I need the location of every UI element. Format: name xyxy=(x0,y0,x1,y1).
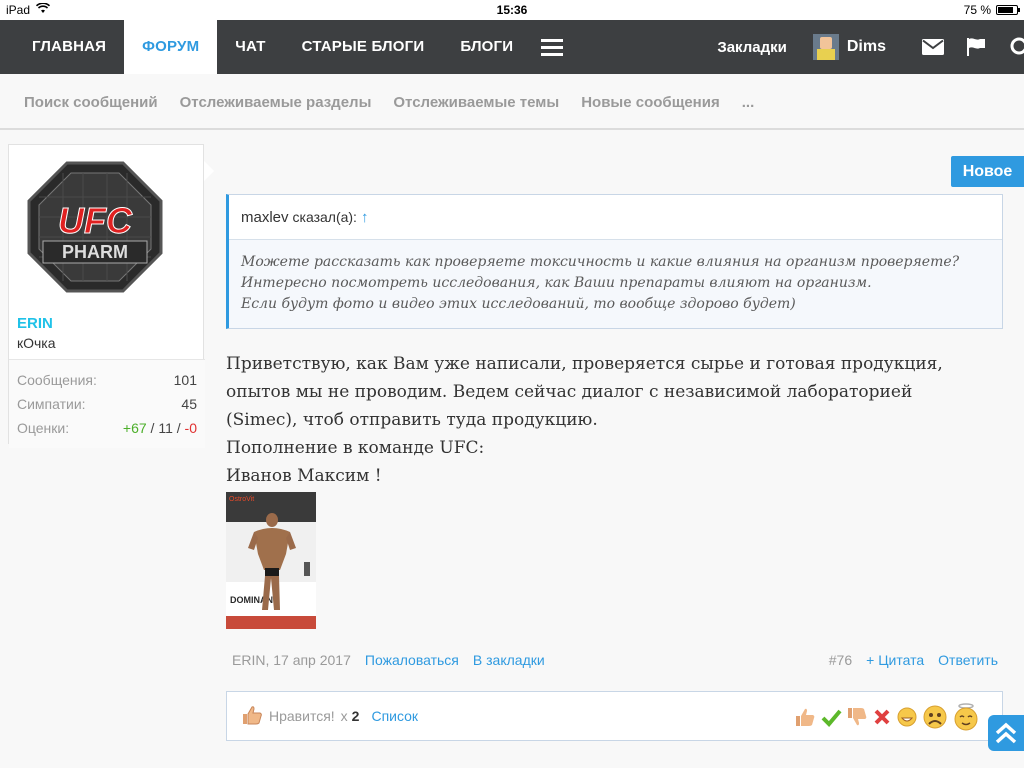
message-body: Приветствую, как Вам уже написали, прове… xyxy=(226,350,1006,490)
logo-text-pharm: PHARM xyxy=(62,242,128,262)
likes-count: 2 xyxy=(351,708,360,724)
menu-icon[interactable] xyxy=(541,39,564,74)
quote-line: Интересно посмотреть исследования, как В… xyxy=(241,275,872,291)
message-line: Пополнение в команде UFC: xyxy=(226,438,485,458)
quote-said-label: сказал(а): xyxy=(292,209,357,225)
sub-nav: Поиск сообщений Отслеживаемые разделы От… xyxy=(0,74,1024,130)
photo-sponsor-text: DOMINANT xyxy=(230,595,279,605)
post-author-title: кОчка xyxy=(17,335,56,351)
user-name: Dims xyxy=(846,38,886,55)
funny-smiley-icon[interactable] xyxy=(896,706,918,733)
logo-text-ufc: UFC xyxy=(58,200,133,241)
message-line: Иванов Максим ! xyxy=(226,466,382,486)
message-line: (Simec), чтоб отправить туда продукцию. xyxy=(226,410,598,430)
nav-tab-chat[interactable]: ЧАТ xyxy=(217,20,283,74)
nav-tab-forum[interactable]: ФОРУМ xyxy=(124,20,218,74)
quote-line: Можете рассказать как проверяете токсичн… xyxy=(241,254,960,270)
quote-line: Если будут фото и видео этих исследовани… xyxy=(241,296,796,312)
user-card: UFC PHARM ERIN кОчка Сообщения: 101 Симп… xyxy=(8,144,214,448)
bookmark-link[interactable]: В закладки xyxy=(473,652,545,668)
subnav-watched-forums[interactable]: Отслеживаемые разделы xyxy=(180,94,372,111)
reply-link[interactable]: Ответить xyxy=(938,652,998,668)
thumbs-up-icon xyxy=(241,704,263,729)
stat-ratings: Оценки: +67 / 11 / -0 xyxy=(17,420,197,436)
photo-brand-text: OstroVit xyxy=(229,496,254,503)
attached-photo[interactable]: OstroVit DOMINANT xyxy=(226,492,316,629)
post-author-date[interactable]: ERIN, 17 апр 2017 xyxy=(232,652,351,668)
new-post-badge: Новое xyxy=(951,156,1024,187)
battery-icon xyxy=(996,5,1020,15)
quote-author: maxlev xyxy=(241,208,289,226)
stat-messages: Сообщения: 101 xyxy=(17,372,197,388)
subnav-search-messages[interactable]: Поиск сообщений xyxy=(24,94,158,111)
subnav-watched-threads[interactable]: Отслеживаемые темы xyxy=(393,94,559,111)
quote-block: maxlev сказал(а): ↑ Можете рассказать ка… xyxy=(226,194,1003,329)
quote-header: maxlev сказал(а): ↑ xyxy=(229,195,1002,240)
sad-smiley-icon[interactable] xyxy=(922,704,948,735)
subnav-new-posts[interactable]: Новые сообщения xyxy=(581,94,720,111)
likes-times: x xyxy=(340,708,348,724)
message-line: Приветствую, как Вам уже написали, прове… xyxy=(226,354,943,374)
rating-icons xyxy=(794,702,980,737)
likes-list-link[interactable]: Список xyxy=(371,708,418,724)
quote-jump-arrow-icon[interactable]: ↑ xyxy=(361,209,369,226)
nav-tab-home[interactable]: ГЛАВНАЯ xyxy=(14,20,124,74)
bookmarks-link[interactable]: Закладки xyxy=(717,39,787,56)
like-rating-icon[interactable] xyxy=(794,706,816,733)
ufc-pharm-logo[interactable]: UFC PHARM xyxy=(23,157,163,293)
agree-check-icon[interactable] xyxy=(820,706,842,733)
disagree-x-icon[interactable] xyxy=(872,707,892,732)
post-number[interactable]: #76 xyxy=(829,652,852,668)
rating-negative: -0 xyxy=(184,420,197,436)
likes-label: Нравится! xyxy=(269,708,335,724)
main-nav: ГЛАВНАЯ ФОРУМ ЧАТ СТАРЫЕ БЛОГИ БЛОГИ Зак… xyxy=(0,20,1024,74)
angel-smiley-icon[interactable] xyxy=(952,702,980,737)
dislike-rating-icon[interactable] xyxy=(846,706,868,733)
rating-positive: +67 xyxy=(122,420,147,436)
clock: 15:36 xyxy=(496,3,528,17)
subnav-more[interactable]: ... xyxy=(742,94,755,111)
flag-icon[interactable] xyxy=(966,38,986,56)
user-avatar xyxy=(812,34,839,60)
nav-tab-old-blogs[interactable]: СТАРЫЕ БЛОГИ xyxy=(284,20,443,74)
quote-body: Можете рассказать как проверяете токсичн… xyxy=(229,240,1002,327)
scroll-to-top-button[interactable] xyxy=(988,715,1024,751)
post-meta: ERIN, 17 апр 2017 Пожаловаться В закладк… xyxy=(232,652,998,672)
battery-percent: 75 % xyxy=(963,3,991,17)
rating-neutral: 11 xyxy=(158,420,173,436)
quote-link[interactable]: + Цитата xyxy=(866,652,924,668)
report-link[interactable]: Пожаловаться xyxy=(365,652,459,668)
likes-bar: Нравится! x 2 Список xyxy=(226,691,1003,741)
message-line: опытов мы не проводим. Ведем сейчас диал… xyxy=(226,382,913,402)
double-chevron-up-icon xyxy=(995,722,1017,744)
ios-status-bar: iPad 15:36 75 % xyxy=(0,0,1024,20)
author-stats: Сообщения: 101 Симпатии: 45 Оценки: +67 … xyxy=(9,359,205,448)
post-author-name[interactable]: ERIN xyxy=(17,315,53,332)
user-menu[interactable]: Dims xyxy=(812,34,886,60)
nav-tab-blogs[interactable]: БЛОГИ xyxy=(442,20,531,74)
stat-likes: Симпатии: 45 xyxy=(17,396,197,412)
envelope-icon[interactable] xyxy=(922,39,944,55)
search-icon[interactable] xyxy=(1008,37,1024,57)
